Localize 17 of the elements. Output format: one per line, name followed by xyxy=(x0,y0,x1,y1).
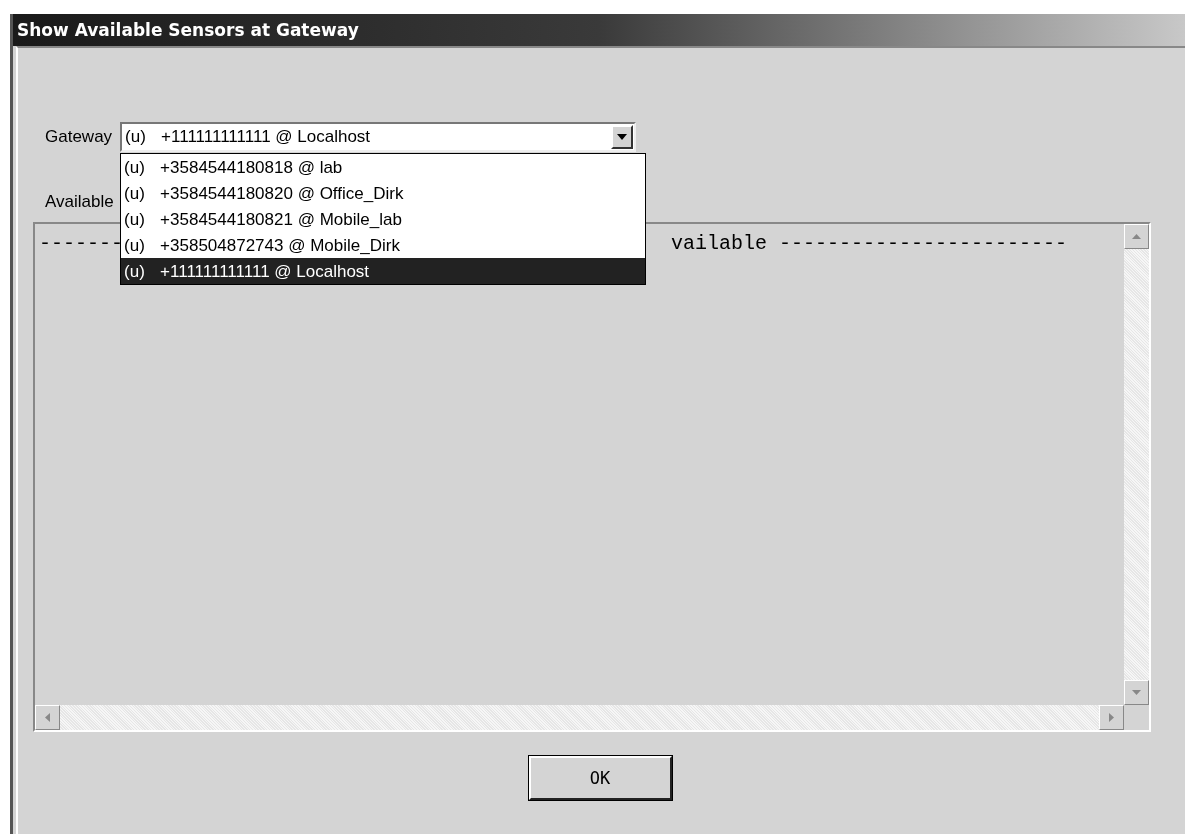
gateway-label: Gateway xyxy=(45,127,113,147)
scroll-up-icon[interactable] xyxy=(1124,224,1149,249)
dropdown-option[interactable]: (u) +358504872743 @ Mobile_Dirk xyxy=(121,232,646,258)
dropdown-option[interactable]: (u) +3584544180818 @ lab xyxy=(121,154,646,180)
dropdown-option[interactable]: (u) +3584544180820 @ Office_Dirk xyxy=(121,180,646,206)
scroll-down-icon[interactable] xyxy=(1124,680,1149,705)
gateway-dropdown[interactable]: (u) +111111111111 @ Localhost xyxy=(120,122,637,152)
text-line: vailable ------------------------ xyxy=(671,232,1068,256)
vertical-scrollbar[interactable] xyxy=(1124,224,1149,705)
ok-button[interactable]: OK xyxy=(528,756,672,800)
horizontal-scrollbar[interactable] xyxy=(35,705,1124,730)
scroll-right-icon[interactable] xyxy=(1099,705,1124,730)
dropdown-option[interactable]: (u) +111111111111 @ Localhost xyxy=(121,258,646,284)
window-title: Show Available Sensors at Gateway xyxy=(17,20,359,40)
sensors-label: Available xyxy=(45,192,114,211)
scroll-left-icon[interactable] xyxy=(35,705,60,730)
text-line: ------- xyxy=(39,232,123,256)
